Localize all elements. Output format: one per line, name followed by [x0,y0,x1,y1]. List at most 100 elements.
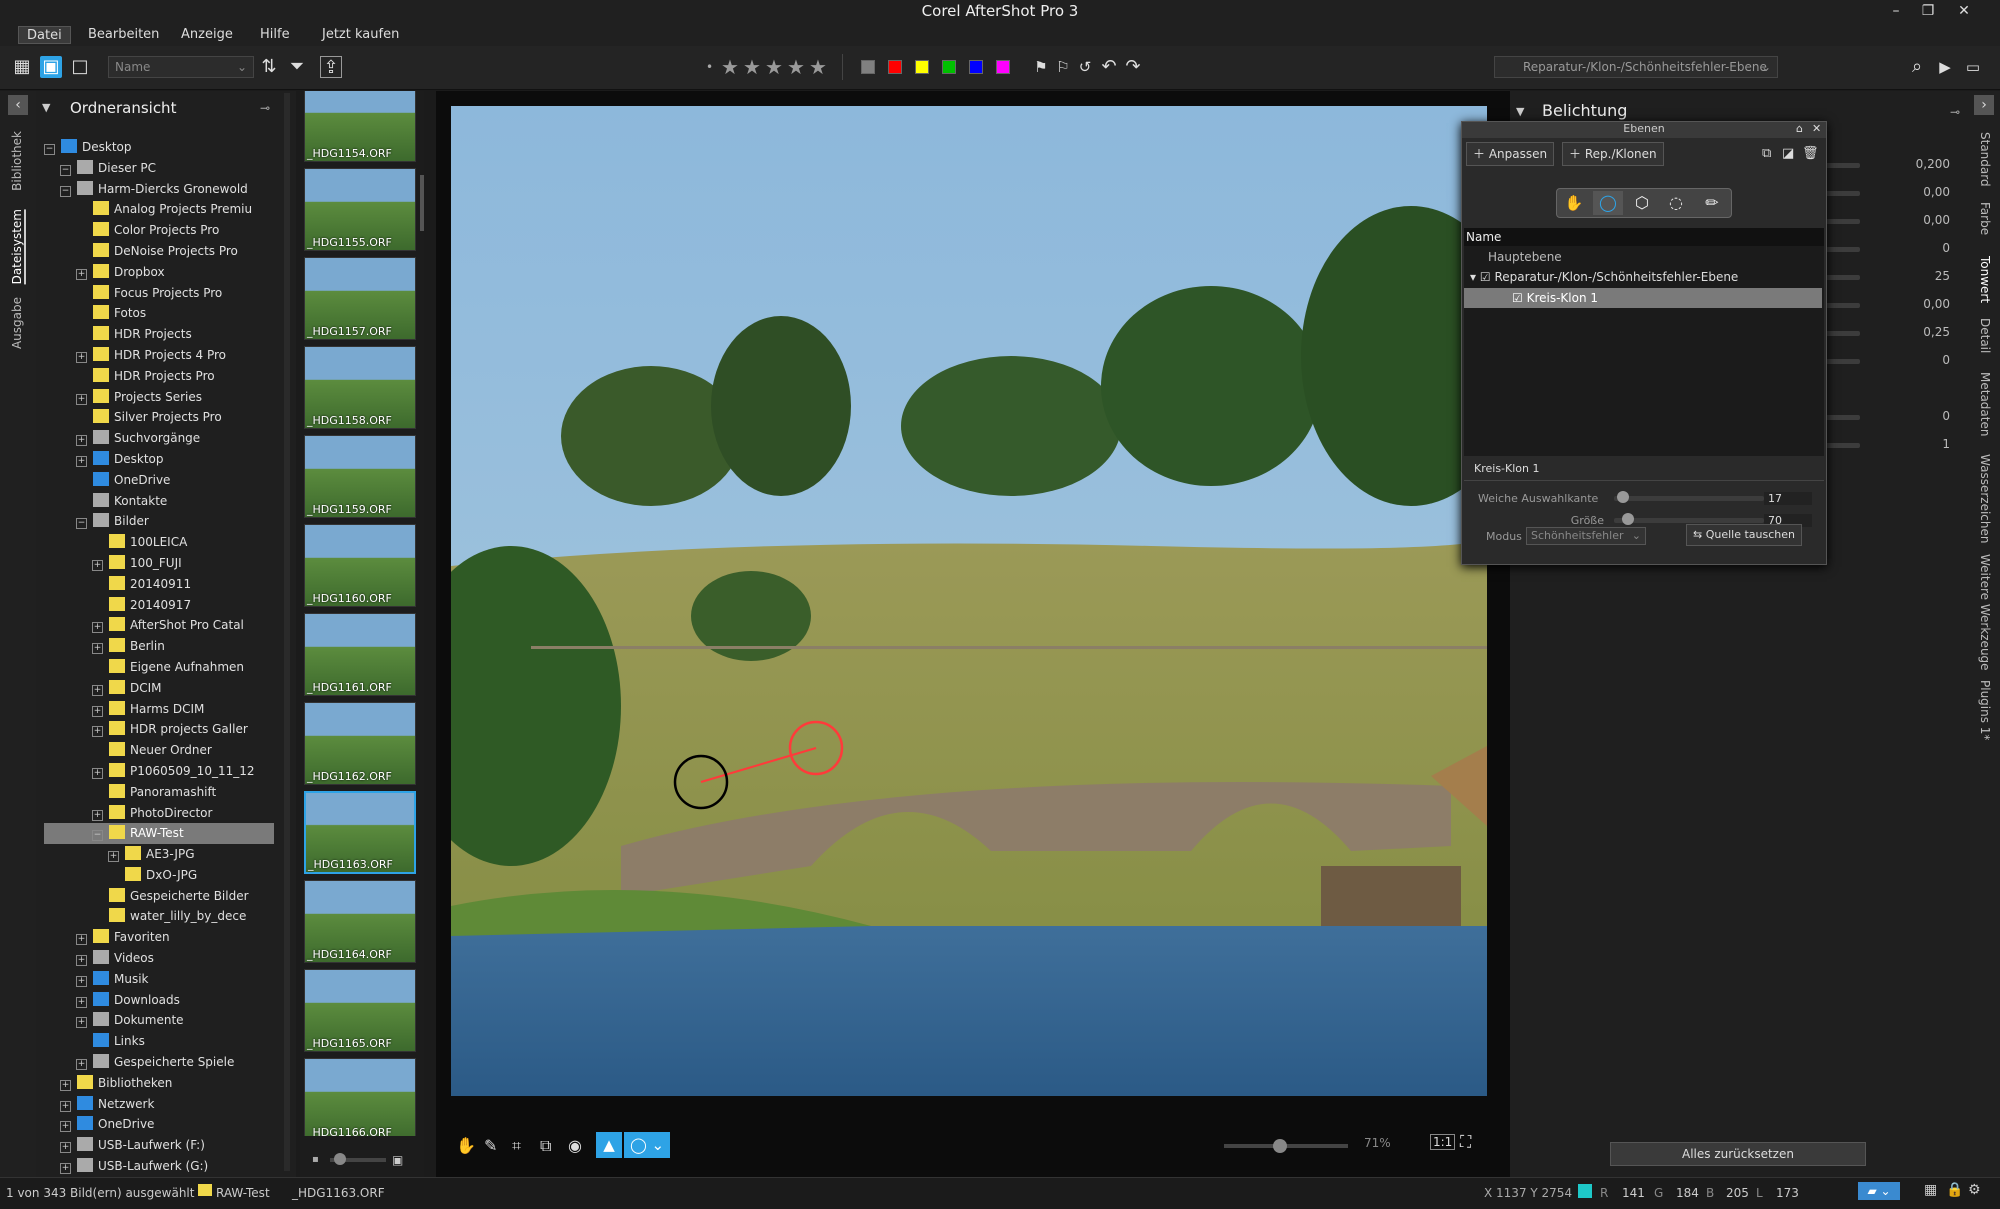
tree-item[interactable]: 20140917 [44,595,274,616]
tree-item[interactable]: + P1060509_10_11_12 [44,761,274,782]
tree-item[interactable]: HDR Projects [44,324,274,345]
menu-datei[interactable]: Datei [18,26,71,44]
expand-icon[interactable]: + [92,705,103,717]
tree-item[interactable]: Fotos [44,303,274,324]
adjust-value[interactable]: 0,00 [1910,185,1950,199]
tree-item[interactable]: + HDR projects Galler [44,719,274,740]
expand-icon[interactable]: + [92,559,103,571]
redeye-icon[interactable]: ◉ [568,1136,582,1155]
expand-icon[interactable]: + [76,393,87,405]
expand-icon[interactable]: + [60,1142,71,1154]
tree-item[interactable]: + HDR Projects 4 Pro [44,345,274,366]
maximize-button[interactable]: ❐ [1912,0,1944,22]
hand-tool-icon[interactable]: ✋ [1559,191,1589,215]
tab-weitere-werkzeuge[interactable]: Weitere Werkzeuge [1978,554,1992,671]
reset-all-button[interactable]: Alles zurücksetzen [1610,1142,1866,1166]
tab-standard[interactable]: Standard [1978,132,1992,187]
filter-icon[interactable]: ⏷ [286,56,308,78]
layer-repair[interactable]: ▾ ☑ Reparatur-/Klon-/Schönheitsfehler-Eb… [1470,270,1738,284]
rating-star-2-icon[interactable]: ★ [742,56,762,78]
tree-item[interactable]: water_lilly_by_dece [44,906,274,927]
thumbnail[interactable]: _HDG1160.ORF [304,524,416,607]
adjust-value[interactable]: 0,200 [1910,157,1950,171]
settings-icon[interactable]: ⚙ [1968,1182,1981,1198]
tree-item[interactable]: + Harms DCIM [44,699,274,720]
color-label-yellow[interactable] [915,60,929,74]
rating-dot-icon[interactable]: • [706,60,713,74]
tab-bibliothek[interactable]: Bibliothek [10,131,24,191]
thumbnail[interactable]: _HDG1158.ORF [304,346,416,429]
tree-item[interactable]: + Projects Series [44,387,274,408]
tree-item[interactable]: + Musik [44,969,274,990]
adjust-value[interactable]: 25 [1910,269,1950,283]
expand-icon[interactable]: + [76,996,87,1008]
polygon-tool-icon[interactable]: ⬡ [1627,191,1657,215]
layer-main[interactable]: Hauptebene [1488,250,1562,264]
minimize-button[interactable]: – [1880,0,1912,22]
expand-icon[interactable]: + [76,975,87,987]
collapse-right-icon[interactable]: › [1974,95,1994,115]
tab-wasserzeichen[interactable]: Wasserzeichen [1978,454,1992,543]
tree-item[interactable]: Gespeicherte Bilder [44,886,274,907]
tab-dateisystem[interactable]: Dateisystem [10,209,26,285]
tree-item[interactable]: + Berlin [44,636,274,657]
rating-star-4-icon[interactable]: ★ [786,56,806,78]
crop-icon[interactable]: ⌗ [512,1136,521,1156]
sort-order-icon[interactable]: ⇅ [258,56,280,78]
thumbnail[interactable]: _HDG1161.ORF [304,613,416,696]
adjust-value[interactable]: 0,00 [1910,213,1950,227]
feather-value[interactable]: 17 [1764,492,1812,505]
tree-item[interactable]: − Desktop [44,137,274,158]
tree-item[interactable]: + DCIM [44,678,274,699]
expand-icon[interactable]: − [76,518,87,530]
tree-item[interactable]: − Harm-Diercks Gronewold [44,179,274,200]
menu-bearbeiten[interactable]: Bearbeiten [80,26,167,44]
menu-anzeige[interactable]: Anzeige [173,26,241,44]
compare-icon[interactable]: ▭ [1962,56,1984,78]
tree-item[interactable]: Panoramashift [44,782,274,803]
thumbnail[interactable]: _HDG1157.ORF [304,257,416,340]
tree-item[interactable]: − RAW-Test [44,823,274,845]
close-button[interactable]: ✕ [1946,0,1982,22]
rating-star-5-icon[interactable]: ★ [808,56,828,78]
thumbnail[interactable]: _HDG1163.ORF [304,791,416,874]
rating-star-1-icon[interactable]: ★ [720,56,740,78]
tree-item[interactable]: Focus Projects Pro [44,283,274,304]
tree-item[interactable]: + OneDrive [44,1114,274,1135]
tree-item[interactable]: − Dieser PC [44,158,274,179]
zoom-100-icon[interactable]: 1:1 [1430,1134,1456,1150]
tree-item[interactable]: +100_FUJI [44,553,274,574]
tree-item[interactable]: Analog Projects Premiu [44,199,274,220]
search-icon[interactable]: ⌕ [1906,56,1928,78]
tree-item[interactable]: + Netzwerk [44,1094,274,1115]
thumbnail-scrollbar[interactable] [420,175,424,231]
adjust-value[interactable]: 0 [1910,353,1950,367]
menu-jetzt-kaufen[interactable]: Jetzt kaufen [314,26,407,44]
layer-select[interactable]: Reparatur-/Klon-/Schönheitsfehler-Ebene ⌄ [1494,56,1778,78]
tree-item[interactable]: 100LEICA [44,532,274,553]
expand-icon[interactable]: + [92,726,103,738]
expand-icon[interactable]: − [44,144,55,155]
checkbox-icon[interactable]: ☑ [1480,270,1491,284]
main-photo[interactable] [451,106,1487,1096]
adjust-value[interactable]: 0,00 [1910,297,1950,311]
tree-item[interactable]: − Bilder [44,511,274,532]
zoom-slider-handle[interactable] [1272,1139,1287,1153]
tree-item[interactable]: + AfterShot Pro Catal [44,615,274,636]
expand-icon[interactable]: + [60,1163,71,1175]
tab-metadaten[interactable]: Metadaten [1978,372,1992,436]
pin-icon[interactable]: ⊸ [260,101,270,115]
tree-item[interactable]: + Dokumente [44,1010,274,1031]
expand-icon[interactable]: + [76,1017,87,1029]
tree-item[interactable]: Kontakte [44,491,274,512]
tab-detail[interactable]: Detail [1978,318,1992,353]
history-icon[interactable]: ↺ [1074,56,1096,78]
adjust-value[interactable]: 1 [1910,437,1950,451]
expand-icon[interactable]: − [60,164,71,176]
fullscreen-view-icon[interactable]: □ [69,56,91,78]
tree-item[interactable]: Links [44,1031,274,1052]
adjust-value[interactable]: 0 [1910,409,1950,423]
tree-item[interactable]: + Bibliotheken [44,1073,274,1094]
trash-icon[interactable]: 🗑 [1802,146,1819,161]
tree-item[interactable]: Neuer Ordner [44,740,274,761]
